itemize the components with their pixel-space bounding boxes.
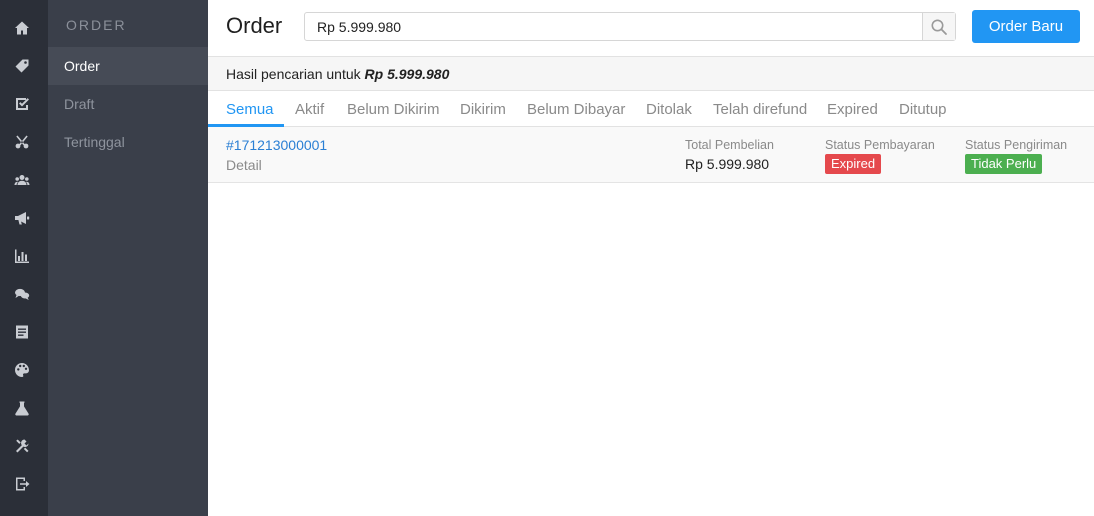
search-icon xyxy=(931,19,947,35)
total-value: Rp 5.999.980 xyxy=(685,156,770,172)
search-button[interactable] xyxy=(922,13,955,40)
subnav-item-draft[interactable]: Draft xyxy=(48,85,208,123)
flask-icon[interactable] xyxy=(12,398,32,418)
payment-status-label: Status Pembayaran xyxy=(825,138,935,152)
icon-sidebar xyxy=(0,0,48,516)
tab-telah-direfund[interactable]: Telah direfund xyxy=(713,91,807,127)
home-icon[interactable] xyxy=(12,18,32,38)
subnav-heading: ORDER xyxy=(66,17,127,33)
tag-icon[interactable] xyxy=(12,56,32,76)
logout-icon[interactable] xyxy=(12,474,32,494)
scissors-icon[interactable] xyxy=(12,132,32,152)
tab-ditutup[interactable]: Ditutup xyxy=(899,91,947,127)
users-icon[interactable] xyxy=(12,170,32,190)
total-label: Total Pembelian xyxy=(685,138,774,152)
tab-semua[interactable]: Semua xyxy=(226,91,274,127)
order-subnav: ORDER Order Draft Tertinggal xyxy=(48,0,208,516)
tab-aktif[interactable]: Aktif xyxy=(295,91,324,127)
status-tabs: Semua Aktif Belum Dikirim Dikirim Belum … xyxy=(208,91,1094,127)
tab-belum-dikirim[interactable]: Belum Dikirim xyxy=(347,91,440,127)
tools-icon[interactable] xyxy=(12,436,32,456)
document-icon[interactable] xyxy=(12,322,32,342)
main-content: Order Order Baru Hasil pencarian untuk R… xyxy=(208,0,1094,516)
page-title: Order xyxy=(226,13,283,38)
payment-status-badge: Expired xyxy=(825,154,882,174)
new-order-button[interactable]: Order Baru xyxy=(972,10,1080,43)
subnav-item-order[interactable]: Order xyxy=(48,47,208,85)
order-detail-link[interactable]: Detail xyxy=(226,157,262,173)
tab-belum-dibayar[interactable]: Belum Dibayar xyxy=(527,91,625,127)
order-id-link[interactable]: #171213000001 xyxy=(226,137,327,153)
shipping-status-badge: Tidak Perlu xyxy=(965,154,1043,174)
subnav-item-tertinggal[interactable]: Tertinggal xyxy=(48,123,208,161)
tab-dikirim[interactable]: Dikirim xyxy=(460,91,506,127)
search-result-query: Rp 5.999.980 xyxy=(364,66,450,82)
tab-ditolak[interactable]: Ditolak xyxy=(646,91,692,127)
search-input[interactable] xyxy=(305,13,923,40)
search-result-text: Hasil pencarian untuk Rp 5.999.980 xyxy=(226,66,449,82)
checkbox-icon[interactable] xyxy=(12,94,32,114)
megaphone-icon[interactable] xyxy=(12,208,32,228)
search-result-prefix: Hasil pencarian untuk xyxy=(226,66,361,82)
top-bar: Order Order Baru xyxy=(208,0,1094,57)
search-box xyxy=(304,12,956,41)
order-row[interactable]: #171213000001 Detail Total Pembelian Rp … xyxy=(208,127,1094,183)
shipping-status-label: Status Pengiriman xyxy=(965,138,1068,152)
bar-chart-icon[interactable] xyxy=(12,246,32,266)
tab-expired[interactable]: Expired xyxy=(827,91,878,127)
palette-icon[interactable] xyxy=(12,360,32,380)
chat-icon[interactable] xyxy=(12,284,32,304)
search-result-bar: Hasil pencarian untuk Rp 5.999.980 xyxy=(208,57,1094,91)
